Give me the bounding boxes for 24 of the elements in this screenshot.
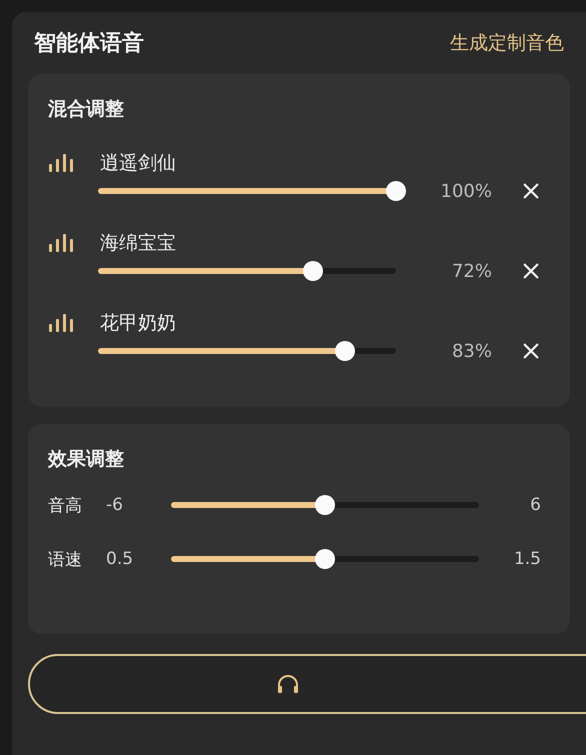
close-icon[interactable] [522,262,540,280]
slider-label: 音高 [48,494,83,516]
volume-percent: 100% [440,180,492,202]
voice-name: 花甲奶奶 [100,311,177,336]
voice-name: 逍遥剑仙 [100,151,177,176]
slider-label: 语速 [48,548,83,570]
min-value: 0.5 [106,549,134,569]
headphones-icon [276,674,300,694]
sound-bars-icon [48,153,76,173]
voice-name: 海绵宝宝 [100,231,177,256]
max-value: 1.5 [512,549,541,569]
close-icon[interactable] [522,182,540,200]
max-value: 6 [529,495,541,515]
generate-voice-link[interactable]: 生成定制音色 [450,30,564,56]
section-title: 效果调整 [48,447,125,472]
section-title: 混合调整 [48,97,125,122]
outline-button[interactable] [28,654,586,714]
panel-title: 智能体语音 [34,30,144,58]
sound-bars-icon [48,233,76,253]
volume-percent: 83% [450,340,492,362]
min-value: -6 [106,495,124,515]
volume-percent: 72% [450,260,492,282]
close-icon[interactable] [522,342,540,360]
sound-bars-icon [48,313,76,333]
